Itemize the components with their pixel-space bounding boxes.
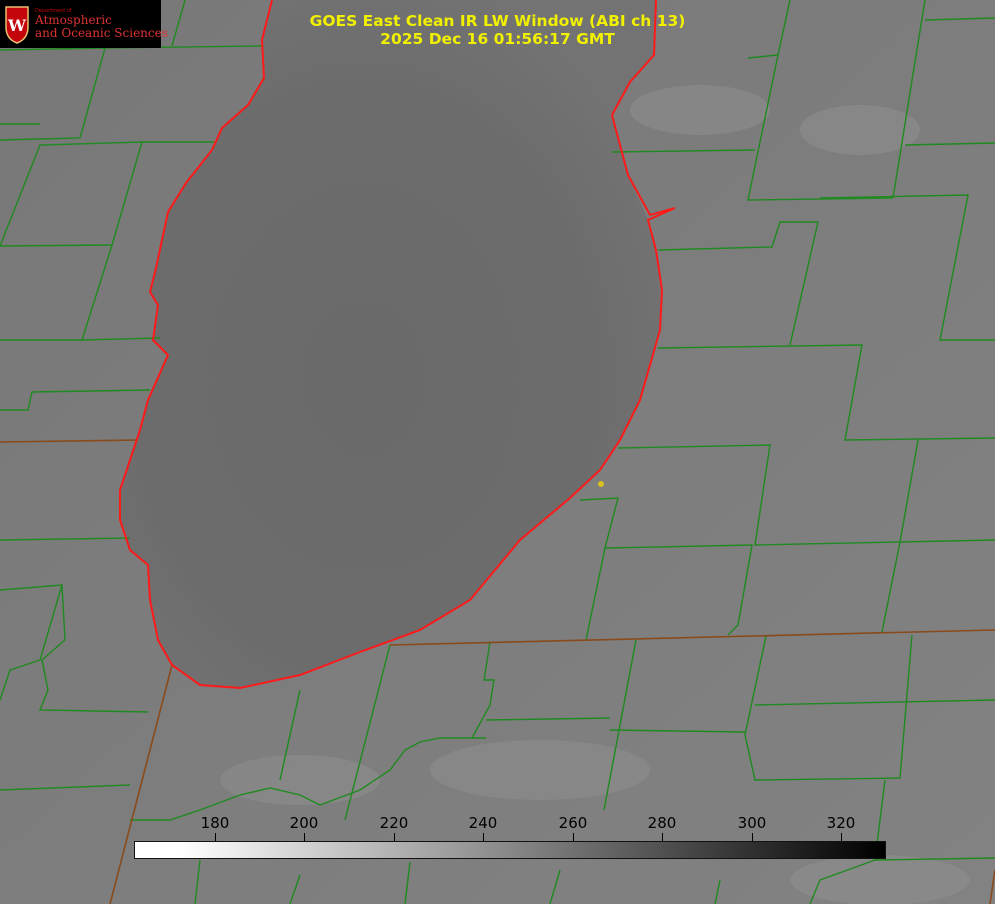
logo-line-2: and Oceanic Sciences: [35, 26, 168, 40]
colorbar: [134, 841, 886, 859]
location-marker: [598, 481, 604, 487]
colorbar-tick-label: 200: [289, 814, 319, 832]
colorbar-tick: [483, 833, 484, 842]
colorbar-tick: [841, 833, 842, 842]
uw-aos-logo: W Department of Atmospheric and Oceanic …: [0, 0, 168, 48]
title-line-1: GOES East Clean IR LW Window (ABI ch 13): [309, 12, 686, 30]
colorbar-tick-label: 300: [737, 814, 767, 832]
colorbar-tick-label: 320: [826, 814, 856, 832]
svg-text:W: W: [7, 16, 27, 35]
uw-crest-icon: W: [5, 6, 29, 44]
satellite-image-viewer: W Department of Atmospheric and Oceanic …: [0, 0, 995, 904]
colorbar-tick: [662, 833, 663, 842]
colorbar-tick: [215, 833, 216, 842]
image-title: GOES East Clean IR LW Window (ABI ch 13)…: [260, 12, 735, 48]
colorbar-tick: [394, 833, 395, 842]
colorbar-tick-label: 260: [558, 814, 588, 832]
colorbar-tick-label: 280: [647, 814, 677, 832]
colorbar-tick: [752, 833, 753, 842]
colorbar-tick: [304, 833, 305, 842]
map-layer: [0, 0, 995, 904]
colorbar-tick-label: 240: [468, 814, 498, 832]
colorbar-tick: [573, 833, 574, 842]
title-line-2: 2025 Dec 16 01:56:17 GMT: [380, 30, 615, 48]
colorbar-tick-label: 220: [379, 814, 409, 832]
colorbar-tick-label: 180: [200, 814, 230, 832]
